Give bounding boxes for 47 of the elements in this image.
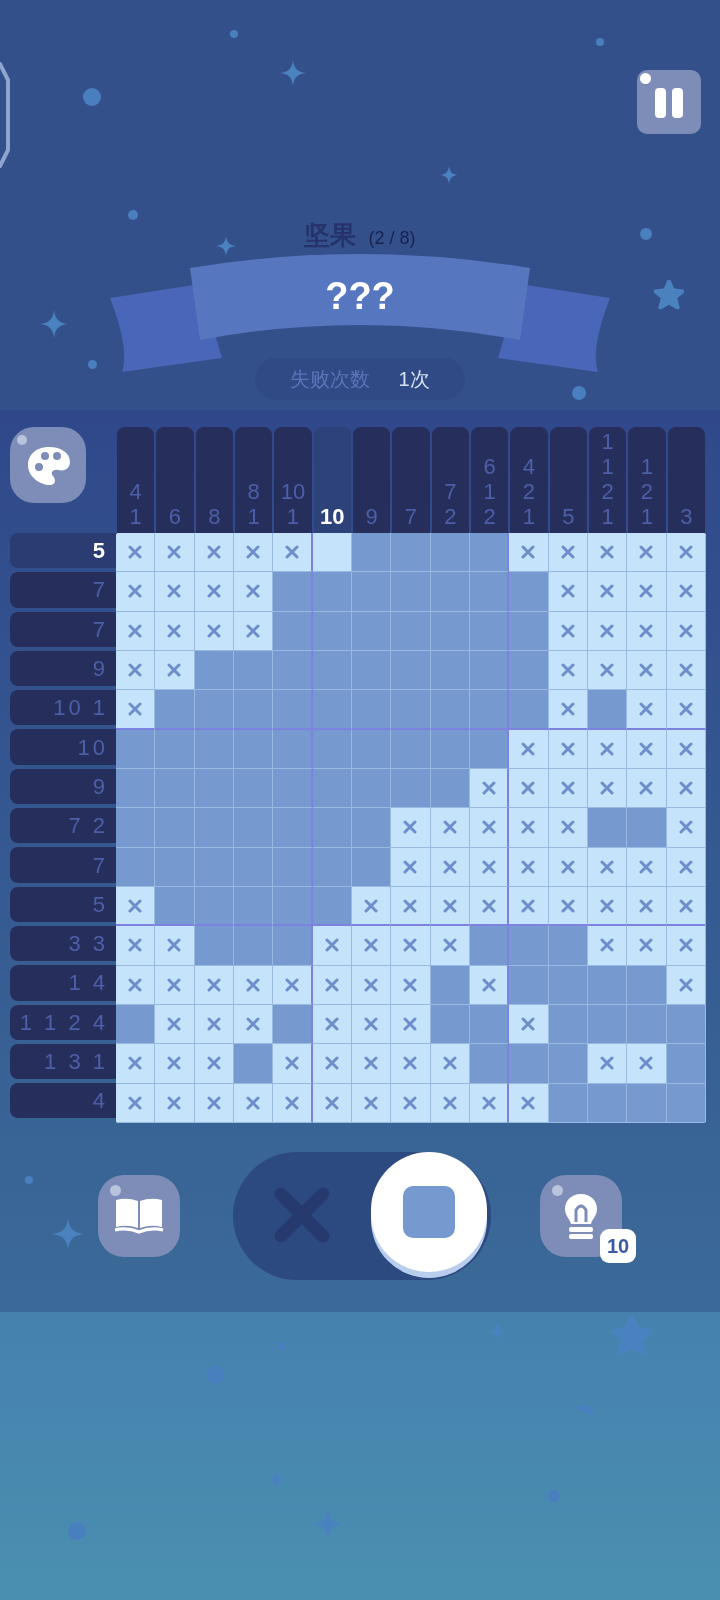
clue-number: 1 xyxy=(601,504,614,529)
clue-number: 1 1 2 4 xyxy=(19,1008,108,1037)
clue-number: 1 xyxy=(601,454,614,479)
clue-number: 2 xyxy=(640,479,654,504)
clue-number: 1 xyxy=(640,454,654,479)
clue-number: 1 xyxy=(129,504,142,529)
clue-number: 1 xyxy=(483,479,496,504)
clue-number: 9 xyxy=(365,504,378,529)
clue-number: 6 xyxy=(483,454,496,479)
clue-number: 4 xyxy=(92,1087,108,1116)
clue-number: 10 xyxy=(280,479,306,504)
clue-number: 7 xyxy=(444,479,457,504)
clue-number: 10 1 xyxy=(53,694,108,723)
clue-number: 8 xyxy=(208,504,221,529)
clue-number: 4 xyxy=(129,479,142,504)
clue-number: 3 xyxy=(680,504,693,529)
clue-number: 7 xyxy=(404,504,418,529)
clue-number: 7 xyxy=(92,576,108,605)
fail-count: 1次 xyxy=(398,367,430,392)
clue-number: 3 3 xyxy=(68,930,108,959)
clue-number: 2 xyxy=(601,479,614,504)
clue-number: 1 xyxy=(286,504,300,529)
clue-number: 5 xyxy=(562,504,575,529)
clue-number: 6 xyxy=(168,504,182,529)
hint-count-badge: 10 xyxy=(600,1229,636,1263)
progress-text: (2 / 8) xyxy=(368,227,416,250)
clue-number: 7 xyxy=(92,615,108,644)
clue-number: 2 xyxy=(444,504,457,529)
clue-number: 5 xyxy=(92,537,108,566)
clue-number: 1 xyxy=(522,504,536,529)
clue-number: 4 xyxy=(522,454,536,479)
clue-number: 1 3 1 xyxy=(44,1048,108,1076)
clue-number: 9 xyxy=(92,772,108,801)
clue-number: 1 xyxy=(640,504,654,529)
clue-number: 10 xyxy=(77,733,108,762)
clue-number: 1 4 xyxy=(68,969,108,998)
clue-number: 8 xyxy=(247,479,260,504)
clue-number: 1 xyxy=(601,429,614,454)
clue-number: 9 xyxy=(92,655,108,684)
clue-number: 10 xyxy=(320,504,345,529)
clue-number: 1 xyxy=(247,504,260,529)
puzzle-name: ??? xyxy=(324,274,396,319)
clue-number: 2 xyxy=(483,504,496,529)
clue-number: 7 2 xyxy=(68,812,108,841)
clue-number: 2 xyxy=(522,479,536,504)
clue-number: 7 xyxy=(92,851,108,880)
clue-number: 5 xyxy=(92,890,108,919)
